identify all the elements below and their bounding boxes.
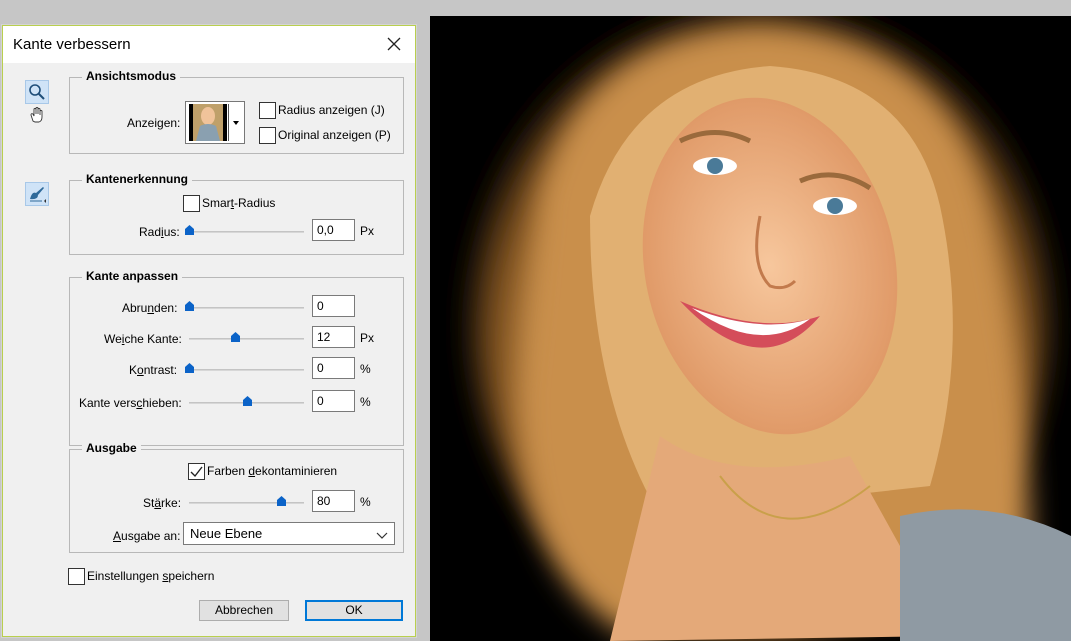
edge-detection-group: Kantenerkennung: [69, 172, 404, 255]
feather-unit: Px: [360, 331, 375, 345]
radius-unit: Px: [360, 224, 375, 238]
original-show-label: Original anzeigen (P): [278, 128, 391, 142]
shift-edge-label: Kante verschieben:: [79, 396, 182, 410]
contrast-input[interactable]: 0: [312, 357, 355, 379]
feather-slider-track[interactable]: [189, 338, 304, 340]
smart-radius-checkbox[interactable]: [183, 195, 200, 212]
hand-icon[interactable]: [27, 105, 51, 129]
refine-radius-brush-icon[interactable]: [25, 182, 49, 206]
cancel-button[interactable]: Abbrechen: [199, 600, 289, 621]
remember-settings-checkbox[interactable]: [68, 568, 85, 585]
shift-edge-slider-thumb[interactable]: [242, 396, 252, 406]
view-show-label: Anzeigen:: [127, 116, 181, 130]
amount-label: Stärke:: [143, 496, 182, 510]
view-thumbnail-icon[interactable]: [185, 101, 245, 144]
zoom-icon[interactable]: [25, 80, 49, 104]
amount-slider-thumb[interactable]: [277, 496, 286, 506]
feather-input[interactable]: 12: [312, 326, 355, 348]
radius-show-checkbox[interactable]: [259, 102, 276, 119]
close-icon[interactable]: [385, 35, 403, 53]
title-bar: Kante verbessern: [3, 26, 415, 63]
feather-slider-thumb[interactable]: [231, 332, 240, 342]
edge-detection-legend: Kantenerkennung: [82, 172, 193, 186]
feather-label: Weiche Kante:: [104, 332, 182, 346]
contrast-unit: %: [360, 362, 371, 376]
radius-slider-track[interactable]: [189, 231, 304, 233]
canvas-preview[interactable]: [430, 16, 1071, 641]
dialog-title: Kante verbessern: [13, 36, 131, 53]
radius-show-label: Radius anzeigen (J): [278, 103, 385, 117]
decontaminate-label: Farben dekontaminieren: [207, 464, 338, 478]
radius-label: Radius:: [139, 225, 180, 239]
output-to-label: Ausgabe an:: [113, 529, 181, 543]
chevron-down-icon: [376, 528, 388, 543]
amount-slider-track[interactable]: [189, 502, 304, 504]
output-to-select[interactable]: Neue Ebene: [183, 522, 395, 545]
smooth-input[interactable]: 0: [312, 295, 355, 317]
decontaminate-checkbox[interactable]: [188, 463, 205, 480]
portrait-image: [430, 16, 1071, 641]
view-mode-legend: Ansichtsmodus: [82, 69, 181, 83]
smooth-slider-track[interactable]: [189, 307, 304, 309]
shift-edge-input[interactable]: 0: [312, 390, 355, 412]
smooth-label: Abrunden:: [122, 301, 178, 315]
output-legend: Ausgabe: [82, 441, 141, 455]
ok-button[interactable]: OK: [305, 600, 403, 621]
remember-settings-label: Einstellungen speichern: [87, 569, 215, 583]
smart-radius-label: Smart-Radius: [202, 196, 276, 210]
amount-input[interactable]: 80: [312, 490, 355, 512]
adjust-edge-legend: Kante anpassen: [82, 269, 183, 283]
amount-unit: %: [360, 495, 371, 509]
refine-edge-dialog: Kante verbessern Ansichtsmodus Anzeigen:…: [2, 25, 416, 637]
output-to-value: Neue Ebene: [190, 526, 263, 541]
smooth-slider-thumb[interactable]: [185, 301, 194, 311]
contrast-slider-track[interactable]: [189, 369, 304, 371]
contrast-slider-thumb[interactable]: [185, 363, 194, 373]
radius-slider-thumb[interactable]: [185, 225, 194, 235]
shift-edge-unit: %: [360, 395, 371, 409]
original-show-checkbox[interactable]: [259, 127, 276, 144]
radius-input[interactable]: 0,0: [312, 219, 355, 241]
contrast-label: Kontrast:: [129, 363, 178, 377]
